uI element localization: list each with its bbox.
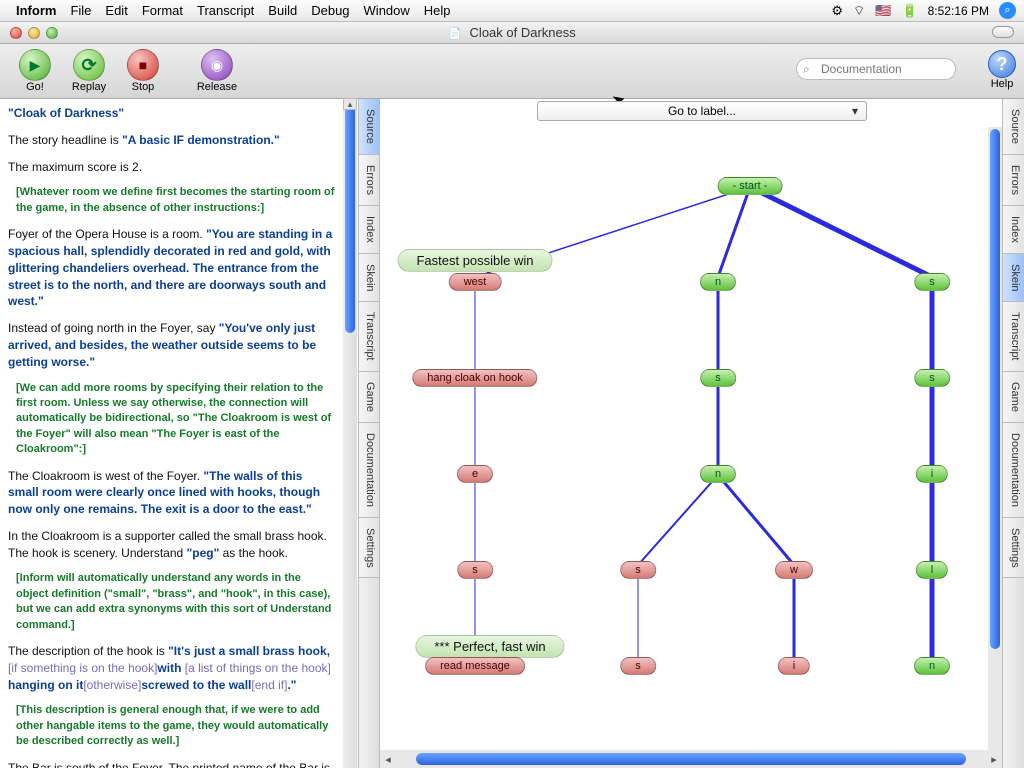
skein-node[interactable]: s bbox=[457, 561, 493, 579]
left-pane: "Cloak of Darkness" The story headline i… bbox=[0, 99, 380, 768]
menu-transcript[interactable]: Transcript bbox=[197, 3, 254, 18]
right-top-bar: Go to label... bbox=[380, 99, 1024, 123]
left-tab-skein[interactable]: Skein bbox=[359, 254, 379, 303]
go-button[interactable] bbox=[19, 49, 51, 81]
skein-node[interactable]: hang cloak on hook bbox=[412, 369, 537, 387]
skein-node-start[interactable]: - start - bbox=[718, 177, 783, 195]
mac-menubar: Inform File Edit Format Transcript Build… bbox=[0, 0, 1024, 22]
help-label: Help bbox=[991, 78, 1014, 90]
window-titlebar: 📄 Cloak of Darkness bbox=[0, 22, 1024, 44]
skein-node[interactable]: n bbox=[700, 465, 736, 483]
release-label: Release bbox=[197, 81, 237, 93]
help-button[interactable]: ? bbox=[988, 50, 1016, 78]
menu-window[interactable]: Window bbox=[364, 3, 410, 18]
scroll-thumb[interactable] bbox=[990, 129, 1000, 649]
right-vertical-tabs: Source Errors Index Skein Transcript Gam… bbox=[1002, 99, 1024, 768]
skein-node[interactable]: e bbox=[457, 465, 493, 483]
search-wrap: ⌕ bbox=[796, 58, 956, 80]
clock[interactable]: 8:52:16 PM bbox=[928, 4, 989, 18]
right-tab-skein[interactable]: Skein bbox=[1003, 254, 1024, 303]
skein-node[interactable]: n bbox=[914, 657, 950, 675]
left-tab-transcript[interactable]: Transcript bbox=[359, 302, 379, 372]
right-tab-source[interactable]: Source bbox=[1003, 99, 1024, 155]
goto-label-text: Go to label... bbox=[668, 104, 736, 118]
scroll-left-icon[interactable]: ◂ bbox=[380, 753, 396, 766]
stop-label: Stop bbox=[132, 81, 155, 93]
search-icon: ⌕ bbox=[803, 62, 810, 77]
content-split: "Cloak of Darkness" The story headline i… bbox=[0, 99, 1024, 768]
skein-node[interactable]: i bbox=[916, 465, 948, 483]
menu-build[interactable]: Build bbox=[268, 3, 297, 18]
skein-node[interactable]: s bbox=[620, 561, 656, 579]
toolbar: Go! Replay Stop Release ⌕ ? Help bbox=[0, 44, 1024, 99]
window-title: 📄 Cloak of Darkness bbox=[0, 25, 1024, 40]
menu-file[interactable]: File bbox=[70, 3, 91, 18]
right-tab-transcript[interactable]: Transcript bbox=[1003, 302, 1024, 372]
right-tab-index[interactable]: Index bbox=[1003, 206, 1024, 254]
left-vertical-tabs: Source Errors Index Skein Transcript Gam… bbox=[358, 99, 380, 768]
skein-node[interactable]: n bbox=[700, 273, 736, 291]
left-tab-game[interactable]: Game bbox=[359, 372, 379, 423]
left-vertical-scrollbar[interactable]: ▴ bbox=[343, 99, 357, 768]
app-window: 📄 Cloak of Darkness Go! Replay Stop Rele… bbox=[0, 22, 1024, 768]
skein-node[interactable]: i bbox=[778, 657, 810, 675]
menu-help[interactable]: Help bbox=[424, 3, 451, 18]
skein-banner-perfect-win[interactable]: *** Perfect, fast win bbox=[415, 635, 564, 658]
skein-node[interactable]: s bbox=[914, 369, 950, 387]
source-editor[interactable]: "Cloak of Darkness" The story headline i… bbox=[0, 99, 343, 768]
right-vertical-scrollbar[interactable] bbox=[988, 127, 1002, 750]
skein-node[interactable]: s bbox=[914, 273, 950, 291]
skein-node[interactable]: w bbox=[775, 561, 813, 579]
goto-label-dropdown[interactable]: Go to label... bbox=[537, 101, 867, 121]
flag-icon[interactable]: 🇺🇸 bbox=[875, 3, 891, 19]
replay-button[interactable] bbox=[73, 49, 105, 81]
spotlight-icon[interactable]: ⌕ bbox=[999, 2, 1016, 19]
right-tab-settings[interactable]: Settings bbox=[1003, 518, 1024, 579]
gear-icon[interactable]: ⚙ bbox=[831, 3, 843, 19]
right-tab-game[interactable]: Game bbox=[1003, 372, 1024, 423]
wifi-icon[interactable]: ⌔ bbox=[853, 3, 865, 19]
app-menu[interactable]: Inform bbox=[16, 3, 56, 18]
right-horizontal-scrollbar[interactable]: ◂ ▸ bbox=[380, 750, 1002, 768]
right-tab-documentation[interactable]: Documentation bbox=[1003, 423, 1024, 518]
documentation-search-input[interactable] bbox=[796, 58, 956, 80]
skein-node[interactable]: read message bbox=[425, 657, 525, 675]
right-pane: Go to label... bbox=[380, 99, 1024, 768]
skein-node[interactable]: s bbox=[700, 369, 736, 387]
right-tab-errors[interactable]: Errors bbox=[1003, 155, 1024, 206]
skein-node[interactable]: l bbox=[916, 561, 948, 579]
left-tab-settings[interactable]: Settings bbox=[359, 518, 379, 579]
battery-icon[interactable]: 🔋 bbox=[901, 3, 917, 19]
skein-node[interactable]: west bbox=[449, 273, 502, 291]
scroll-up-icon[interactable]: ▴ bbox=[343, 98, 357, 110]
menu-debug[interactable]: Debug bbox=[311, 3, 349, 18]
left-tab-errors[interactable]: Errors bbox=[359, 155, 379, 206]
skein-node[interactable]: s bbox=[620, 657, 656, 675]
toolbar-pill-button[interactable] bbox=[992, 26, 1014, 38]
skein-banner-fastest-win[interactable]: Fastest possible win bbox=[397, 249, 552, 272]
menu-edit[interactable]: Edit bbox=[105, 3, 127, 18]
skein-canvas[interactable]: - start - Fastest possible win west hang… bbox=[380, 127, 1002, 750]
left-tab-documentation[interactable]: Documentation bbox=[359, 423, 379, 518]
go-label: Go! bbox=[26, 81, 44, 93]
release-button[interactable] bbox=[201, 49, 233, 81]
left-tab-source[interactable]: Source bbox=[359, 99, 379, 155]
scroll-thumb[interactable] bbox=[416, 753, 966, 765]
left-tab-index[interactable]: Index bbox=[359, 206, 379, 254]
left-scroll-body: "Cloak of Darkness" The story headline i… bbox=[0, 99, 357, 768]
scroll-right-icon[interactable]: ▸ bbox=[986, 753, 1002, 766]
stop-button[interactable] bbox=[127, 49, 159, 81]
replay-label: Replay bbox=[72, 81, 106, 93]
document-icon: 📄 bbox=[448, 28, 462, 40]
menu-format[interactable]: Format bbox=[142, 3, 183, 18]
